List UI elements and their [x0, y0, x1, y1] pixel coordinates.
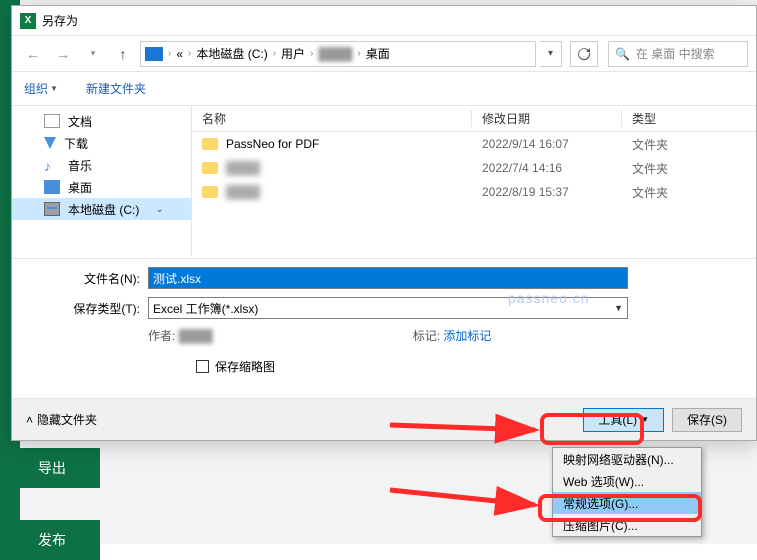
chevron-right-icon: › — [307, 48, 316, 59]
search-input[interactable]: 🔍 在 桌面 中搜索 — [608, 41, 748, 67]
folder-icon — [202, 138, 218, 150]
thumbnail-label: 保存缩略图 — [215, 358, 275, 375]
search-placeholder: 在 桌面 中搜索 — [636, 45, 715, 62]
chevron-up-icon: ˄ — [26, 413, 33, 427]
tree-downloads[interactable]: 下载 — [12, 132, 191, 154]
search-icon: 🔍 — [615, 47, 630, 61]
titlebar: X 另存为 — [12, 6, 756, 36]
tree-desktop[interactable]: 桌面 — [12, 176, 191, 198]
folder-icon — [202, 186, 218, 198]
menu-compress-pictures[interactable]: 压缩图片(C)... — [553, 514, 701, 536]
chevron-right-icon: › — [185, 48, 194, 59]
table-row[interactable]: PassNeo for PDF 2022/9/14 16:07 文件夹 — [192, 132, 756, 156]
filename-label: 文件名(N): — [28, 270, 148, 287]
thumbnail-checkbox[interactable] — [196, 360, 209, 373]
navbar: ← → ▾ ↑ › « › 本地磁盘 (C:) › 用户 › ████ › 桌面… — [12, 36, 756, 72]
sidebar-export[interactable]: 导出 — [0, 448, 100, 488]
add-tag-link[interactable]: 添加标记 — [443, 329, 491, 343]
col-name[interactable]: 名称 — [192, 110, 472, 127]
dialog-title: 另存为 — [42, 12, 78, 29]
refresh-button[interactable] — [570, 41, 598, 67]
new-folder-button[interactable]: 新建文件夹 — [86, 80, 146, 97]
document-icon — [44, 114, 60, 128]
sidebar-send[interactable]: 发布 — [0, 520, 100, 560]
chevron-down-icon: ▼ — [641, 415, 649, 424]
chevron-right-icon: › — [165, 48, 174, 59]
download-icon — [44, 137, 56, 149]
table-row[interactable]: ████ 2022/8/19 15:37 文件夹 — [192, 180, 756, 204]
author-value[interactable]: ████ — [179, 329, 213, 343]
crumb-disk[interactable]: 本地磁盘 (C:) — [196, 45, 267, 62]
save-button[interactable]: 保存(S) — [672, 408, 742, 432]
tree-documents[interactable]: 文档 — [12, 110, 191, 132]
forward-button: → — [50, 41, 76, 67]
menu-map-drive[interactable]: 映射网络驱动器(N)... — [553, 448, 701, 470]
disk-icon — [44, 202, 60, 216]
menu-general-options[interactable]: 常规选项(G)... — [553, 492, 701, 514]
crumb-users[interactable]: 用户 — [281, 45, 305, 62]
dialog-footer: ˄隐藏文件夹 工具(L)▼ 保存(S) — [12, 398, 756, 440]
chevron-right-icon: › — [270, 48, 279, 59]
excel-icon: X — [20, 13, 36, 29]
folder-icon — [202, 162, 218, 174]
columns-header: 名称 修改日期 类型 — [192, 106, 756, 132]
crumb-user[interactable]: ████ — [318, 47, 352, 61]
col-type[interactable]: 类型 — [622, 110, 756, 127]
tools-menu: 映射网络驱动器(N)... Web 选项(W)... 常规选项(G)... 压缩… — [552, 447, 702, 537]
refresh-icon — [577, 47, 591, 61]
author-label: 作者: — [148, 329, 175, 343]
tree-music[interactable]: ♪音乐 — [12, 154, 191, 176]
up-button[interactable]: ↑ — [110, 41, 136, 67]
crumb-ellipsis[interactable]: « — [176, 47, 183, 61]
toolbar: 组织▼ 新建文件夹 — [12, 72, 756, 106]
chevron-down-icon: ▼ — [50, 84, 58, 93]
chevron-down-icon: ▼ — [614, 303, 623, 313]
crumb-desktop[interactable]: 桌面 — [366, 45, 390, 62]
chevron-down-icon: ⌄ — [155, 204, 163, 215]
tag-label: 标记: — [413, 329, 440, 343]
hide-folders-toggle[interactable]: ˄隐藏文件夹 — [26, 411, 97, 428]
pc-icon — [145, 47, 163, 61]
breadcrumb-dropdown[interactable]: ▾ — [540, 41, 562, 67]
breadcrumb[interactable]: › « › 本地磁盘 (C:) › 用户 › ████ › 桌面 — [140, 41, 536, 67]
music-icon: ♪ — [44, 158, 60, 172]
back-button[interactable]: ← — [20, 41, 46, 67]
table-row[interactable]: ████ 2022/7/4 14:16 文件夹 — [192, 156, 756, 180]
form-area: 文件名(N): 测试.xlsx 保存类型(T): Excel 工作簿(*.xls… — [12, 261, 756, 379]
recent-dropdown[interactable]: ▾ — [80, 41, 106, 67]
menu-web-options[interactable]: Web 选项(W)... — [553, 470, 701, 492]
col-date[interactable]: 修改日期 — [472, 110, 622, 127]
folder-tree: 文档 下载 ♪音乐 桌面 本地磁盘 (C:)⌄ — [12, 106, 192, 256]
tools-button[interactable]: 工具(L)▼ — [583, 408, 664, 432]
file-list: 名称 修改日期 类型 PassNeo for PDF 2022/9/14 16:… — [192, 106, 756, 256]
filetype-label: 保存类型(T): — [28, 300, 148, 317]
filename-input[interactable]: 测试.xlsx — [148, 267, 628, 289]
tree-disk-c[interactable]: 本地磁盘 (C:)⌄ — [12, 198, 191, 220]
chevron-right-icon: › — [354, 48, 363, 59]
save-as-dialog: X 另存为 ← → ▾ ↑ › « › 本地磁盘 (C:) › 用户 › ███… — [11, 5, 757, 441]
organize-button[interactable]: 组织▼ — [24, 80, 58, 97]
desktop-icon — [44, 180, 60, 194]
filetype-combo[interactable]: Excel 工作簿(*.xlsx)▼ — [148, 297, 628, 319]
